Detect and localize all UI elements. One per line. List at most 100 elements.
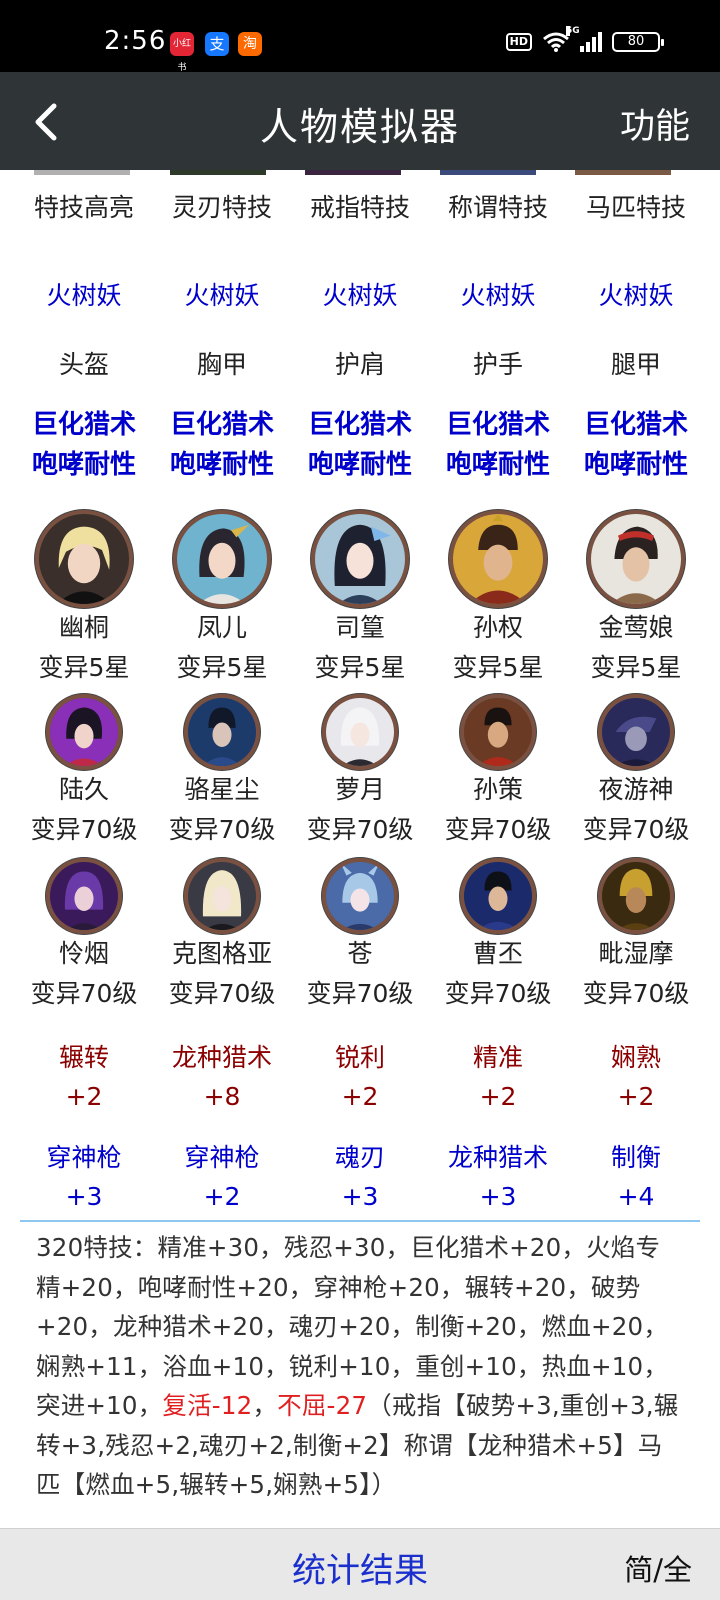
hero-avatar[interactable] [322,694,398,770]
bonus-skill: 龙种猎术 [447,1143,548,1172]
hero-avatar[interactable] [35,510,133,608]
hero-avatar[interactable] [173,510,271,608]
set-name[interactable]: 火树妖 [291,276,429,312]
hero-avatar[interactable] [184,858,260,934]
main-hero-row: 幽桐 变异5星 凤儿 变异5星 司篁 变异5星 孙权 变异5星 金莺娘 变异5星 [15,510,705,688]
bonus-skill: 魂刃 [334,1143,385,1172]
sub-hero-card[interactable]: 苍 变异70级 [291,858,429,1014]
armor-skill-row: 巨化猎术 咆哮耐性 巨化猎术 咆哮耐性 巨化猎术 咆哮耐性 巨化猎术 咆哮耐性 … [15,405,705,485]
hero-avatar[interactable] [587,510,685,608]
sub-hero-card[interactable]: 孙策 变异70级 [429,694,567,850]
stats-result-button[interactable]: 统计结果 [0,1543,720,1592]
armor-skill-cell[interactable]: 巨化猎术 咆哮耐性 [291,405,429,485]
scrolled-image-strip [0,170,720,176]
bottom-bar: 统计结果 简/全 [0,1528,720,1600]
bonus-cell[interactable]: 龙种猎术 +3 [429,1138,567,1216]
armor-slot-shoulder[interactable]: 护肩 [291,345,429,381]
sub-hero-card[interactable]: 夜游神 变异70级 [567,694,705,850]
bonus-skill: 锐利 [334,1043,385,1072]
hero-avatar[interactable] [46,858,122,934]
bonus-value: +8 [203,1082,241,1111]
set-name[interactable]: 火树妖 [567,276,705,312]
bonus-cell[interactable]: 辗转 +2 [15,1038,153,1116]
hero-avatar[interactable] [460,694,536,770]
armor-skill-1: 巨化猎术 [583,410,688,440]
sub-hero-card[interactable]: 怜烟 变异70级 [15,858,153,1014]
armor-skill-cell[interactable]: 巨化猎术 咆哮耐性 [15,405,153,485]
armor-skill-cell[interactable]: 巨化猎术 咆哮耐性 [153,405,291,485]
armor-skill-2: 咆哮耐性 [307,450,412,480]
peek-image [440,170,536,175]
armor-slot-chest[interactable]: 胸甲 [153,345,291,381]
back-arrow-icon[interactable] [28,100,68,144]
main-hero-card[interactable]: 凤儿 变异5星 [153,510,291,688]
bonus-row: 辗转 +2 龙种猎术 +8 锐利 +2 精准 +2 娴熟 +2 [15,1038,705,1116]
set-name[interactable]: 火树妖 [153,276,291,312]
armor-slot-gloves[interactable]: 护手 [429,345,567,381]
bonus-skill: 龙种猎术 [171,1043,272,1072]
bonus-row: 穿神枪 +3 穿神枪 +2 魂刃 +3 龙种猎术 +3 制衡 +4 [15,1138,705,1216]
hero-level: 变异70级 [168,815,276,844]
hero-avatar[interactable] [598,694,674,770]
main-hero-card[interactable]: 幽桐 变异5星 [15,510,153,688]
sub-hero-card[interactable]: 克图格亚 变异70级 [153,858,291,1014]
simple-full-toggle[interactable]: 简/全 [624,1547,692,1589]
cellular-signal-icon: 5G [566,26,602,52]
hero-avatar[interactable] [311,510,409,608]
sub-hero-card[interactable]: 陆久 变异70级 [15,694,153,850]
armor-skill-1: 巨化猎术 [445,410,550,440]
bonus-value: +3 [341,1182,379,1211]
sub-hero-card[interactable]: 毗湿摩 变异70级 [567,858,705,1014]
set-name[interactable]: 火树妖 [429,276,567,312]
bonus-value: +2 [341,1082,379,1111]
sub-hero-row: 怜烟 变异70级 克图格亚 变异70级 苍 变异70级 曹丕 变异70级 毗湿摩… [15,858,705,1014]
bonus-cell[interactable]: 龙种猎术 +8 [153,1038,291,1116]
bonus-cell[interactable]: 魂刃 +3 [291,1138,429,1216]
hero-level: 变异5星 [176,653,268,682]
blade-skill-label[interactable]: 灵刃特技 [153,188,291,224]
sub-hero-card[interactable]: 曹丕 变异70级 [429,858,567,1014]
armor-slot-row: 头盔 胸甲 护肩 护手 腿甲 [15,345,705,381]
sub-hero-card[interactable]: 萝月 变异70级 [291,694,429,850]
hero-avatar[interactable] [46,694,122,770]
ring-skill-label[interactable]: 戒指特技 [291,188,429,224]
main-hero-card[interactable]: 金莺娘 变异5星 [567,510,705,688]
bonus-skill: 制衡 [610,1143,661,1172]
horse-skill-label[interactable]: 马匹特技 [567,188,705,224]
armor-skill-1: 巨化猎术 [169,410,274,440]
special-skill-row: 特技高亮 灵刃特技 戒指特技 称谓特技 马匹特技 [15,188,705,224]
hero-avatar[interactable] [449,510,547,608]
hero-level: 变异70级 [30,815,138,844]
summary-negative: 不屈-27 [277,1391,368,1420]
hero-level: 变异70级 [444,815,552,844]
set-name[interactable]: 火树妖 [15,276,153,312]
bonus-cell[interactable]: 锐利 +2 [291,1038,429,1116]
bonus-cell[interactable]: 娴熟 +2 [567,1038,705,1116]
armor-skill-cell[interactable]: 巨化猎术 咆哮耐性 [429,405,567,485]
hero-level: 变异70级 [168,979,276,1008]
hero-name: 骆星尘 [184,775,260,804]
status-time: 2:56 [104,26,167,56]
section-divider [20,1220,700,1222]
hero-avatar[interactable] [322,858,398,934]
title-skill-label[interactable]: 称谓特技 [429,188,567,224]
bonus-cell[interactable]: 精准 +2 [429,1038,567,1116]
main-hero-card[interactable]: 孙权 变异5星 [429,510,567,688]
hero-avatar[interactable] [598,858,674,934]
bonus-value: +4 [617,1182,655,1211]
peek-image [34,170,130,175]
armor-slot-helmet[interactable]: 头盔 [15,345,153,381]
hero-avatar[interactable] [184,694,260,770]
function-menu-button[interactable]: 功能 [620,98,690,149]
hero-avatar[interactable] [460,858,536,934]
sub-hero-card[interactable]: 骆星尘 变异70级 [153,694,291,850]
hd-icon: HD [505,33,532,51]
main-hero-card[interactable]: 司篁 变异5星 [291,510,429,688]
armor-slot-legs[interactable]: 腿甲 [567,345,705,381]
hero-level: 变异70级 [306,815,414,844]
bonus-cell[interactable]: 制衡 +4 [567,1138,705,1216]
skill-highlight-label[interactable]: 特技高亮 [15,188,153,224]
bonus-cell[interactable]: 穿神枪 +3 [15,1138,153,1216]
bonus-cell[interactable]: 穿神枪 +2 [153,1138,291,1216]
armor-skill-cell[interactable]: 巨化猎术 咆哮耐性 [567,405,705,485]
